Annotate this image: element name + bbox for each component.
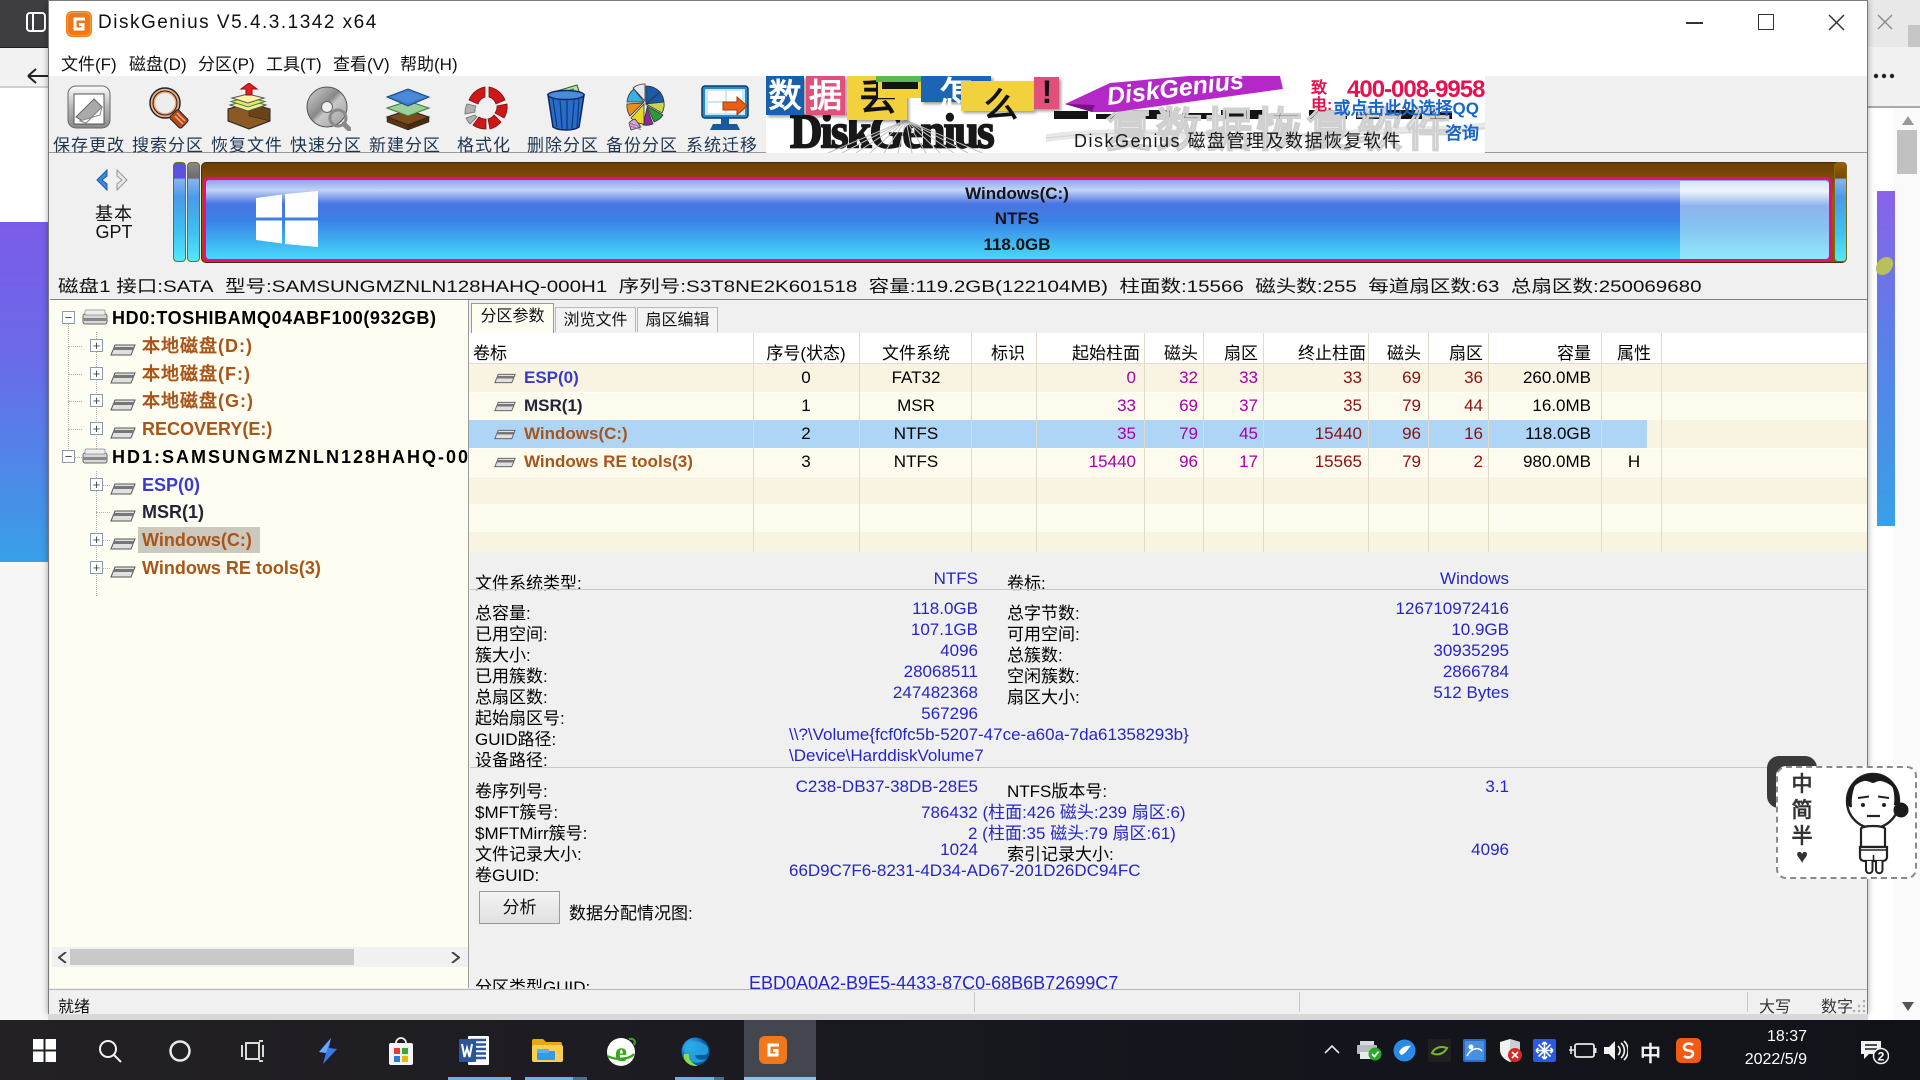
svg-text:2: 2 — [1878, 1050, 1885, 1064]
svg-text:e: e — [615, 1037, 627, 1067]
svg-text:DiskGenius: DiskGenius — [1105, 76, 1245, 111]
